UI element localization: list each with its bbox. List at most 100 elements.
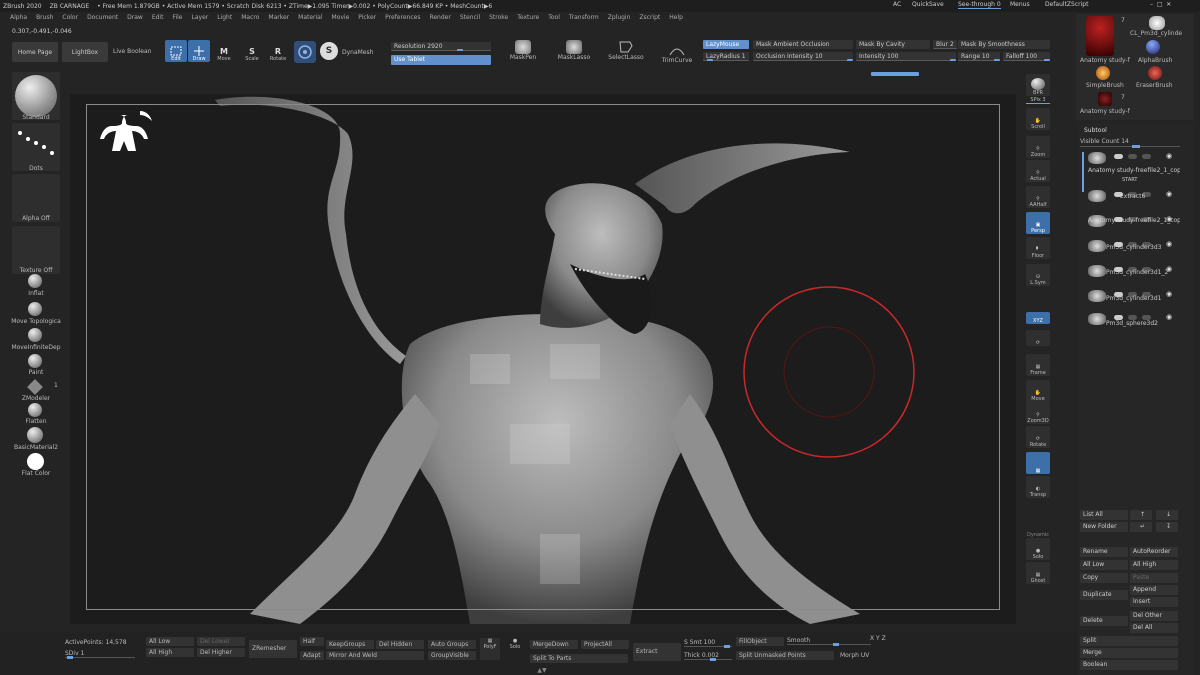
- flatten-brush-icon[interactable]: [28, 403, 42, 417]
- selectlasso-button[interactable]: SelectLasso: [606, 40, 646, 66]
- resolution-knob[interactable]: [457, 49, 463, 51]
- dynamesh-icon[interactable]: S: [320, 42, 338, 60]
- menu-movie[interactable]: Movie: [332, 14, 350, 26]
- flat-color-swatch[interactable]: [27, 453, 44, 470]
- thick-slider[interactable]: Thick 0.002: [684, 652, 732, 661]
- dots-stroke-button[interactable]: [12, 123, 60, 171]
- sdiv-slider[interactable]: SDiv 1: [65, 650, 135, 659]
- axis-flags[interactable]: X Y Z: [870, 635, 886, 642]
- standard-brush-button[interactable]: [12, 72, 60, 120]
- see-through-slider[interactable]: See-through 0: [958, 1, 1001, 9]
- menu-texture[interactable]: Texture: [517, 14, 539, 26]
- copy-button[interactable]: Copy: [1080, 573, 1128, 583]
- lazymouse-toggle[interactable]: LazyMouse: [703, 40, 749, 49]
- menu-brush[interactable]: Brush: [36, 14, 53, 26]
- use-tablet-toggle[interactable]: Use Tablet: [391, 55, 491, 65]
- all-high-button[interactable]: All High: [146, 648, 194, 657]
- occlusion-knob[interactable]: [847, 59, 853, 61]
- intensity-knob[interactable]: [950, 59, 956, 61]
- move-view-button[interactable]: ✋ Move: [1026, 380, 1050, 402]
- menu-tool[interactable]: Tool: [548, 14, 560, 26]
- frame-button[interactable]: ▦ Frame: [1026, 354, 1050, 376]
- lightbox-button[interactable]: LightBox: [62, 42, 108, 62]
- flatten-brush-label[interactable]: Flatten: [8, 418, 64, 425]
- window-controls[interactable]: – □ ✕: [1150, 1, 1171, 8]
- menu-document[interactable]: Document: [87, 14, 118, 26]
- paste-button[interactable]: Paste: [1130, 573, 1178, 583]
- subtool-toggles[interactable]: [1114, 154, 1158, 159]
- menu-macro[interactable]: Macro: [241, 14, 259, 26]
- subtool-thumbnail[interactable]: [1088, 265, 1106, 277]
- boolean-button[interactable]: Boolean: [1080, 660, 1178, 670]
- menu-picker[interactable]: Picker: [358, 14, 376, 26]
- menu-layer[interactable]: Layer: [192, 14, 209, 26]
- resolution-slider[interactable]: Resolution 2920: [391, 42, 491, 51]
- solo-button[interactable]: ● Solo: [1026, 538, 1050, 560]
- subtool-all-high-button[interactable]: All High: [1130, 560, 1178, 570]
- rename-button[interactable]: Rename: [1080, 547, 1128, 557]
- dynamesh-button[interactable]: DynaMesh: [342, 49, 373, 56]
- persp-button[interactable]: ▣ Persp: [1026, 212, 1050, 234]
- split-to-parts-button[interactable]: Split To Parts: [530, 654, 628, 663]
- scale-mode-button[interactable]: S Scale: [241, 40, 263, 62]
- occlusion-intensity-slider[interactable]: Occlusion Intensity 10: [753, 52, 853, 61]
- mirror-and-weld-button[interactable]: Mirror And Weld: [326, 651, 424, 660]
- inflat-brush-icon[interactable]: [28, 274, 42, 288]
- actual-button[interactable]: ⚲ Actual: [1026, 160, 1050, 182]
- zremesher-button[interactable]: ZRemesher: [249, 640, 297, 658]
- thick-knob[interactable]: [710, 658, 716, 661]
- trimcurve-button[interactable]: TrimCurve: [660, 43, 694, 69]
- s-smt-slider[interactable]: S Smt 100: [684, 639, 732, 648]
- live-boolean-button[interactable]: Live Boolean: [113, 48, 151, 55]
- falloff-slider[interactable]: Falloff 100: [1003, 52, 1050, 61]
- subtool-toggle[interactable]: [1114, 154, 1123, 159]
- insert-button[interactable]: Insert: [1130, 597, 1178, 607]
- adapt-toggle[interactable]: Adapt: [300, 651, 324, 660]
- menu-color[interactable]: Color: [62, 14, 78, 26]
- mask-by-smoothness-button[interactable]: Mask By Smoothness: [958, 40, 1050, 49]
- intensity-slider[interactable]: Intensity 100: [856, 52, 956, 61]
- tool-item-label[interactable]: Anatomy study-f: [1080, 108, 1130, 115]
- draw-mode-button[interactable]: Draw: [188, 40, 210, 62]
- merge-down-button[interactable]: MergeDown: [530, 640, 578, 649]
- rotate-y-button[interactable]: ⟳: [1026, 330, 1050, 346]
- subtool-row-label[interactable]: Anatomy study-freefile2_1_cop: [1088, 217, 1180, 224]
- delete-button[interactable]: Delete: [1080, 616, 1128, 626]
- smooth-knob[interactable]: [833, 643, 839, 646]
- zmodeler-brush-icon[interactable]: [27, 379, 43, 395]
- zmodeler-brush-label[interactable]: ZModeler: [8, 395, 64, 402]
- all-low-button[interactable]: All Low: [146, 637, 194, 646]
- auto-reorder-button[interactable]: AutoReorder: [1130, 547, 1178, 557]
- move-topological-brush-icon[interactable]: [28, 302, 42, 316]
- quicksave-button[interactable]: QuickSave: [912, 1, 944, 8]
- menu-stencil[interactable]: Stencil: [460, 14, 480, 26]
- group-visible-button[interactable]: GroupVisible: [428, 651, 476, 660]
- move-down-folder-button[interactable]: ↧: [1156, 522, 1178, 532]
- move-up-button[interactable]: ↑: [1130, 510, 1152, 520]
- scroll-button[interactable]: ✋ Scroll: [1026, 108, 1050, 130]
- lazyradius-slider[interactable]: LazyRadius 1: [703, 52, 749, 61]
- menu-light[interactable]: Light: [217, 14, 232, 26]
- shelf-toggle-arrows-icon[interactable]: ▲▼: [530, 667, 554, 674]
- merge-button[interactable]: Merge: [1080, 648, 1178, 658]
- home-page-button[interactable]: Home Page: [12, 42, 58, 62]
- list-all-button[interactable]: List All: [1080, 510, 1128, 520]
- subtool-row-label[interactable]: Anatomy study-freefile2_1_cop: [1088, 167, 1180, 174]
- s-smt-knob[interactable]: [724, 645, 730, 648]
- subtool-toggle[interactable]: [1142, 154, 1151, 159]
- del-higher-button[interactable]: Del Higher: [197, 648, 245, 657]
- range-slider[interactable]: Range 10: [958, 52, 1000, 61]
- split-button[interactable]: Split: [1080, 636, 1178, 646]
- tool-item-label[interactable]: CL_Pm3d_cylinde: [1130, 30, 1190, 37]
- move-down-button[interactable]: ↓: [1156, 510, 1178, 520]
- polyframe-button[interactable]: ▦: [1026, 452, 1050, 474]
- ghost-button[interactable]: ▦ Ghost: [1026, 562, 1050, 584]
- menu-render[interactable]: Render: [429, 14, 450, 26]
- subtool-thumbnail[interactable]: [1088, 290, 1106, 302]
- falloff-knob[interactable]: [1044, 59, 1050, 61]
- menus-button[interactable]: Menus: [1010, 1, 1030, 8]
- visible-count-knob[interactable]: [1132, 145, 1140, 148]
- paint-brush-label[interactable]: Paint: [8, 369, 64, 376]
- move-up-folder-button[interactable]: ↵: [1130, 522, 1152, 532]
- menu-marker[interactable]: Marker: [268, 14, 289, 26]
